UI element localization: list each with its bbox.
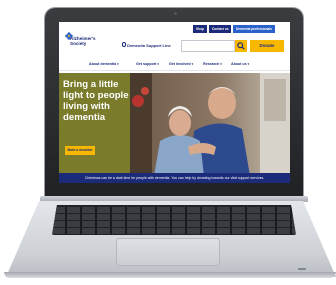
search-button[interactable] [235, 40, 247, 52]
hero-caption: Christmas can be a dark time for people … [59, 173, 290, 183]
trackpad [116, 238, 220, 266]
chevron-down-icon: ▾ [247, 62, 250, 66]
search-input[interactable] [181, 40, 235, 52]
make-donation-button[interactable]: Make a donation [65, 146, 95, 155]
chevron-down-icon: ▾ [191, 62, 194, 66]
webcam [174, 12, 177, 15]
main-nav: About dementia▾ Get support▾ Get involve… [59, 60, 290, 71]
search-icon [237, 42, 245, 50]
shop-link[interactable]: Shop [193, 25, 207, 33]
hero-title: Bring a little light to people living wi… [63, 79, 129, 123]
logo-text: Alzheimer's Society [70, 36, 96, 47]
nav-item-about-us[interactable]: About us▾ [231, 62, 249, 66]
hero-banner: Bring a little light to people living wi… [59, 73, 290, 176]
chevron-down-icon: ▾ [220, 62, 222, 66]
contact-link[interactable]: Contact us [209, 25, 232, 33]
phone-icon [122, 42, 126, 47]
chevron-down-icon: ▾ [117, 62, 119, 66]
site-logo[interactable]: Alzheimer's Society [65, 32, 105, 58]
chevron-down-icon: ▾ [157, 62, 159, 66]
donate-button[interactable]: Donate [250, 40, 284, 52]
laptop-screen: Shop Contact us Dementia professionals A… [59, 22, 290, 183]
support-line-link[interactable]: Dementia Support Line [127, 43, 171, 48]
power-indicator [298, 268, 306, 270]
nav-item-about-dementia[interactable]: About dementia▾ [89, 62, 119, 66]
hero-panel: Bring a little light to people living wi… [59, 73, 130, 176]
professionals-link[interactable]: Dementia professionals [233, 25, 275, 33]
keyboard [52, 205, 296, 235]
nav-item-get-support[interactable]: Get support▾ [136, 62, 159, 66]
nav-item-research[interactable]: Research▾ [203, 62, 222, 66]
hero-photo-couple [130, 73, 290, 176]
nav-item-get-involved[interactable]: Get involved▾ [169, 62, 193, 66]
laptop-base-edge [4, 272, 336, 278]
